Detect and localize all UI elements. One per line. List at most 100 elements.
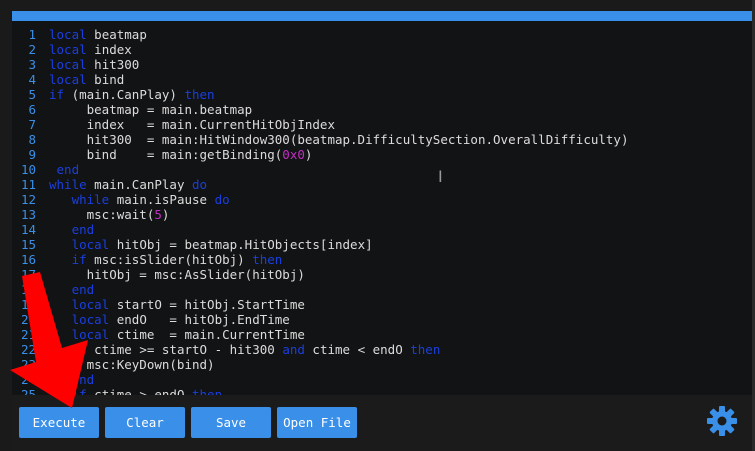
line-number: 17 xyxy=(20,267,36,282)
code-line[interactable]: 7 index = main.CurrentHitObjIndex xyxy=(12,117,752,132)
code-token: ctime > endO xyxy=(86,387,192,395)
code-text: index = main.CurrentHitObjIndex xyxy=(49,117,335,132)
line-number: 18 xyxy=(20,282,36,297)
keyword-token: end xyxy=(71,222,95,237)
keyword-token: local xyxy=(71,312,110,327)
code-line[interactable]: 15 local hitObj = beatmap.HitObjects[ind… xyxy=(12,237,752,252)
code-line[interactable]: 20 local endO = hitObj.EndTime xyxy=(12,312,752,327)
keyword-token: and xyxy=(282,342,305,357)
code-line[interactable]: 17 hitObj = msc:AsSlider(hitObj) xyxy=(12,267,752,282)
code-line[interactable]: 23 msc:KeyDown(bind) xyxy=(12,357,752,372)
code-token: ctime >= startO - hit300 xyxy=(86,342,283,357)
execute-button[interactable]: Execute xyxy=(19,407,99,438)
code-token: main.CanPlay xyxy=(86,177,192,192)
text-cursor-icon: I xyxy=(438,167,443,186)
line-number: 14 xyxy=(20,222,36,237)
keyword-token: then xyxy=(252,252,283,267)
code-token: startO = hitObj.StartTime xyxy=(109,297,305,312)
keyword-token: local xyxy=(49,72,87,87)
number-token: 5 xyxy=(154,207,162,222)
code-token: index = main.CurrentHitObjIndex xyxy=(49,117,335,132)
code-token: hit300 xyxy=(86,57,140,72)
script-editor-window: 1 local beatmap 2 local index 3 local hit300 4… xyxy=(0,0,755,451)
save-button[interactable]: Save xyxy=(191,407,271,438)
code-text: if msc:isSlider(hitObj) then xyxy=(49,252,283,267)
line-number: 25 xyxy=(20,387,36,395)
keyword-token: local xyxy=(71,237,110,252)
code-line[interactable]: 16 if msc:isSlider(hitObj) then xyxy=(12,252,752,267)
code-line[interactable]: 8 hit300 = main:HitWindow300(beatmap.Dif… xyxy=(12,132,752,147)
keyword-token: local xyxy=(71,297,110,312)
code-text: local hit300 xyxy=(49,57,139,72)
code-text: local hitObj = beatmap.HitObjects[index] xyxy=(49,237,373,252)
code-text: while main.isPause do xyxy=(49,192,230,207)
code-line[interactable]: 6 beatmap = main.beatmap xyxy=(12,102,752,117)
code-text: end xyxy=(49,222,95,237)
code-line[interactable]: 9 bind = main:getBinding(0x0) xyxy=(12,147,752,162)
code-token: ctime < endO xyxy=(304,342,411,357)
gear-icon[interactable] xyxy=(705,404,739,438)
code-line[interactable]: 5 if (main.CanPlay) then xyxy=(12,87,752,102)
keyword-token: if xyxy=(71,387,87,395)
keyword-token: local xyxy=(49,27,87,42)
code-line[interactable]: 18 end xyxy=(12,282,752,297)
keyword-token: local xyxy=(49,57,87,72)
code-line[interactable]: 24 end xyxy=(12,372,752,387)
line-number: 21 xyxy=(20,327,36,342)
code-line[interactable]: 4 local bind xyxy=(12,72,752,87)
code-line[interactable]: 10 end xyxy=(12,162,752,177)
clear-button[interactable]: Clear xyxy=(105,407,185,438)
line-number: 7 xyxy=(28,117,36,132)
code-token: bind = main:getBinding( xyxy=(49,147,283,162)
line-number: 8 xyxy=(28,132,36,147)
line-number: 12 xyxy=(20,192,36,207)
code-text: local beatmap xyxy=(49,27,147,42)
code-token: beatmap xyxy=(86,27,147,42)
code-line[interactable]: 19 local startO = hitObj.StartTime xyxy=(12,297,752,312)
code-text: local endO = hitObj.EndTime xyxy=(49,312,290,327)
code-text: while main.CanPlay do xyxy=(49,177,207,192)
code-token: ) xyxy=(304,147,313,162)
code-token: hit300 = main:HitWindow300(beatmap.Diffi… xyxy=(49,132,629,147)
code-line[interactable]: 2 local index xyxy=(12,42,752,57)
line-number: 5 xyxy=(28,87,36,102)
code-text: msc:wait(5) xyxy=(49,207,170,222)
line-number: 16 xyxy=(20,252,36,267)
code-text: local startO = hitObj.StartTime xyxy=(49,297,305,312)
code-text: local index xyxy=(49,42,132,57)
code-text: msc:KeyDown(bind) xyxy=(49,357,215,372)
code-token: bind xyxy=(86,72,125,87)
line-number: 20 xyxy=(20,312,36,327)
code-editor[interactable]: 1 local beatmap 2 local index 3 local hit300 4… xyxy=(12,21,752,395)
code-line[interactable]: 3 local hit300 xyxy=(12,57,752,72)
code-line[interactable]: 14 end xyxy=(12,222,752,237)
keyword-token: while xyxy=(71,192,110,207)
code-line[interactable]: 21 local ctime = main.CurrentTime xyxy=(12,327,752,342)
line-number: 15 xyxy=(20,237,36,252)
keyword-token: then xyxy=(184,87,215,102)
code-line[interactable]: 1 local beatmap xyxy=(12,27,752,42)
keyword-token: end xyxy=(71,372,95,387)
code-text: local ctime = main.CurrentTime xyxy=(49,327,305,342)
code-token: msc:isSlider(hitObj) xyxy=(86,252,253,267)
code-token: endO = hitObj.EndTime xyxy=(109,312,290,327)
code-token: msc:KeyDown(bind) xyxy=(49,357,215,372)
code-line[interactable]: 25 if ctime > endO then xyxy=(12,387,752,395)
code-text: end xyxy=(49,282,95,297)
open-file-button[interactable]: Open File xyxy=(277,407,357,438)
code-line[interactable]: 12 while main.isPause do xyxy=(12,192,752,207)
keyword-token: if xyxy=(71,252,87,267)
code-token: beatmap = main.beatmap xyxy=(49,102,253,117)
code-text: beatmap = main.beatmap xyxy=(49,102,253,117)
code-line[interactable]: 13 msc:wait(5) xyxy=(12,207,752,222)
code-line[interactable]: 11 while main.CanPlay do xyxy=(12,177,752,192)
title-bar[interactable] xyxy=(12,11,752,21)
code-line[interactable]: 22 if ctime >= startO - hit300 and ctime… xyxy=(12,342,752,357)
